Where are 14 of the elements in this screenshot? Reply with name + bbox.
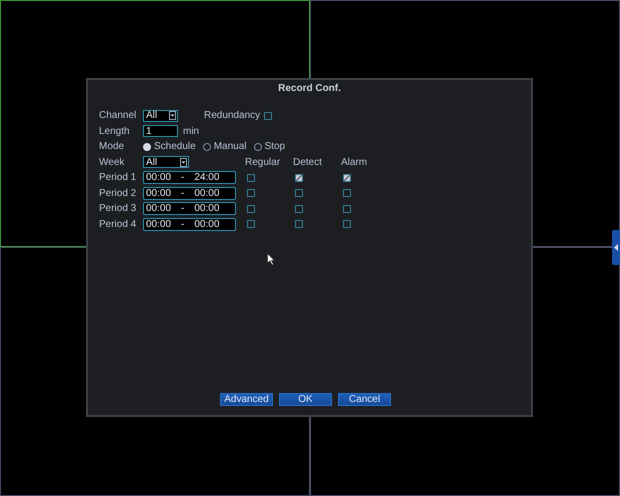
column-header: Alarm (341, 156, 368, 168)
unit-label: min (183, 126, 200, 137)
column-header: Detect (293, 156, 323, 168)
period-label: Period 2 (99, 188, 138, 199)
period-label: Period 4 (99, 218, 138, 230)
field-label: Redundancy (204, 110, 260, 122)
period-label: Period 3 (99, 203, 138, 214)
field-label: Mode (99, 141, 126, 152)
field-label: Length (99, 126, 131, 137)
column-header: Regular (245, 156, 282, 168)
field-label: Channel (99, 110, 138, 122)
field-label: Week (99, 156, 126, 168)
dialog-title: Record Conf. (277, 82, 342, 96)
period-label: Period 1 (99, 172, 138, 184)
